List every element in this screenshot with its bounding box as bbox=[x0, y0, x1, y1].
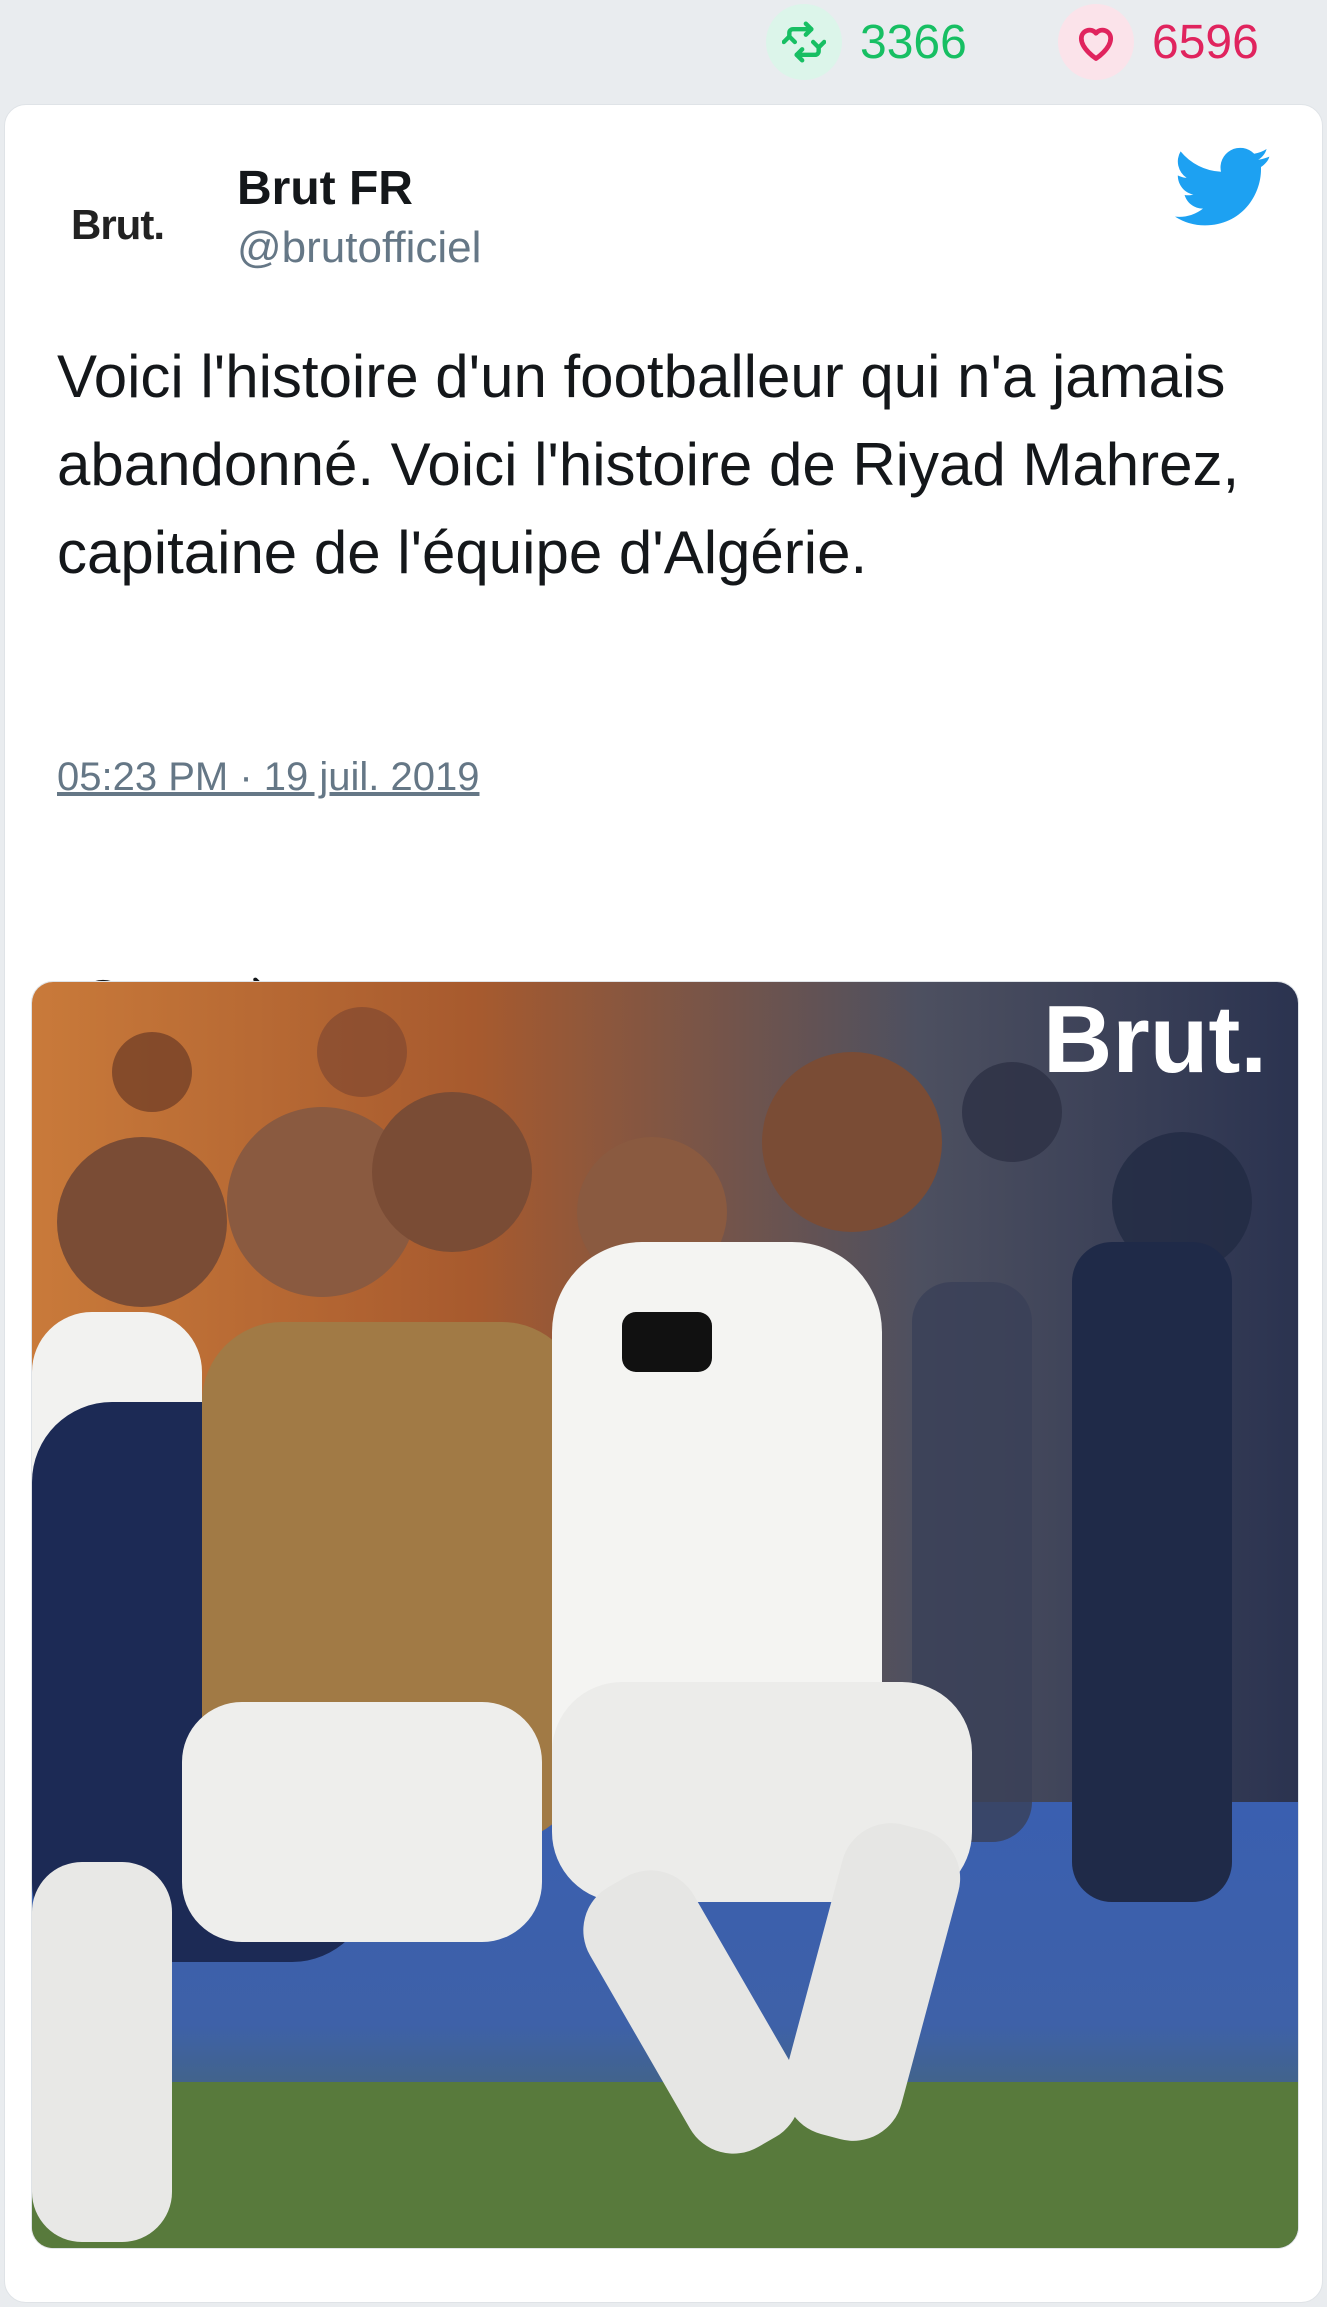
tweet-timestamp[interactable]: 05:23 PM · 19 juil. 2019 bbox=[57, 755, 479, 800]
tweet-media[interactable]: Brut. bbox=[31, 981, 1299, 2249]
brut-watermark: Brut. bbox=[1043, 986, 1267, 1093]
like-count[interactable]: 6596 bbox=[1058, 4, 1259, 80]
avatar[interactable]: Brut. bbox=[71, 185, 211, 265]
author-handle[interactable]: @brutofficiel bbox=[237, 223, 481, 273]
retweet-count[interactable]: 3366 bbox=[766, 4, 967, 80]
tweet-card: Brut. Brut FR @brutofficiel Voici l'hist… bbox=[4, 104, 1323, 2303]
like-count-value: 6596 bbox=[1152, 15, 1259, 69]
engagement-stats: 3366 6596 bbox=[0, 0, 1327, 100]
retweet-icon bbox=[766, 4, 842, 80]
football-celebration-photo: Brut. bbox=[32, 982, 1298, 2248]
tweet-text: Voici l'histoire d'un footballeur qui n'… bbox=[57, 343, 1240, 586]
avatar-logo: Brut. bbox=[71, 201, 165, 248]
retweet-count-value: 3366 bbox=[860, 15, 967, 69]
heart-icon bbox=[1058, 4, 1134, 80]
author-name[interactable]: Brut FR bbox=[237, 161, 413, 216]
twitter-bird-icon[interactable] bbox=[1175, 147, 1271, 227]
